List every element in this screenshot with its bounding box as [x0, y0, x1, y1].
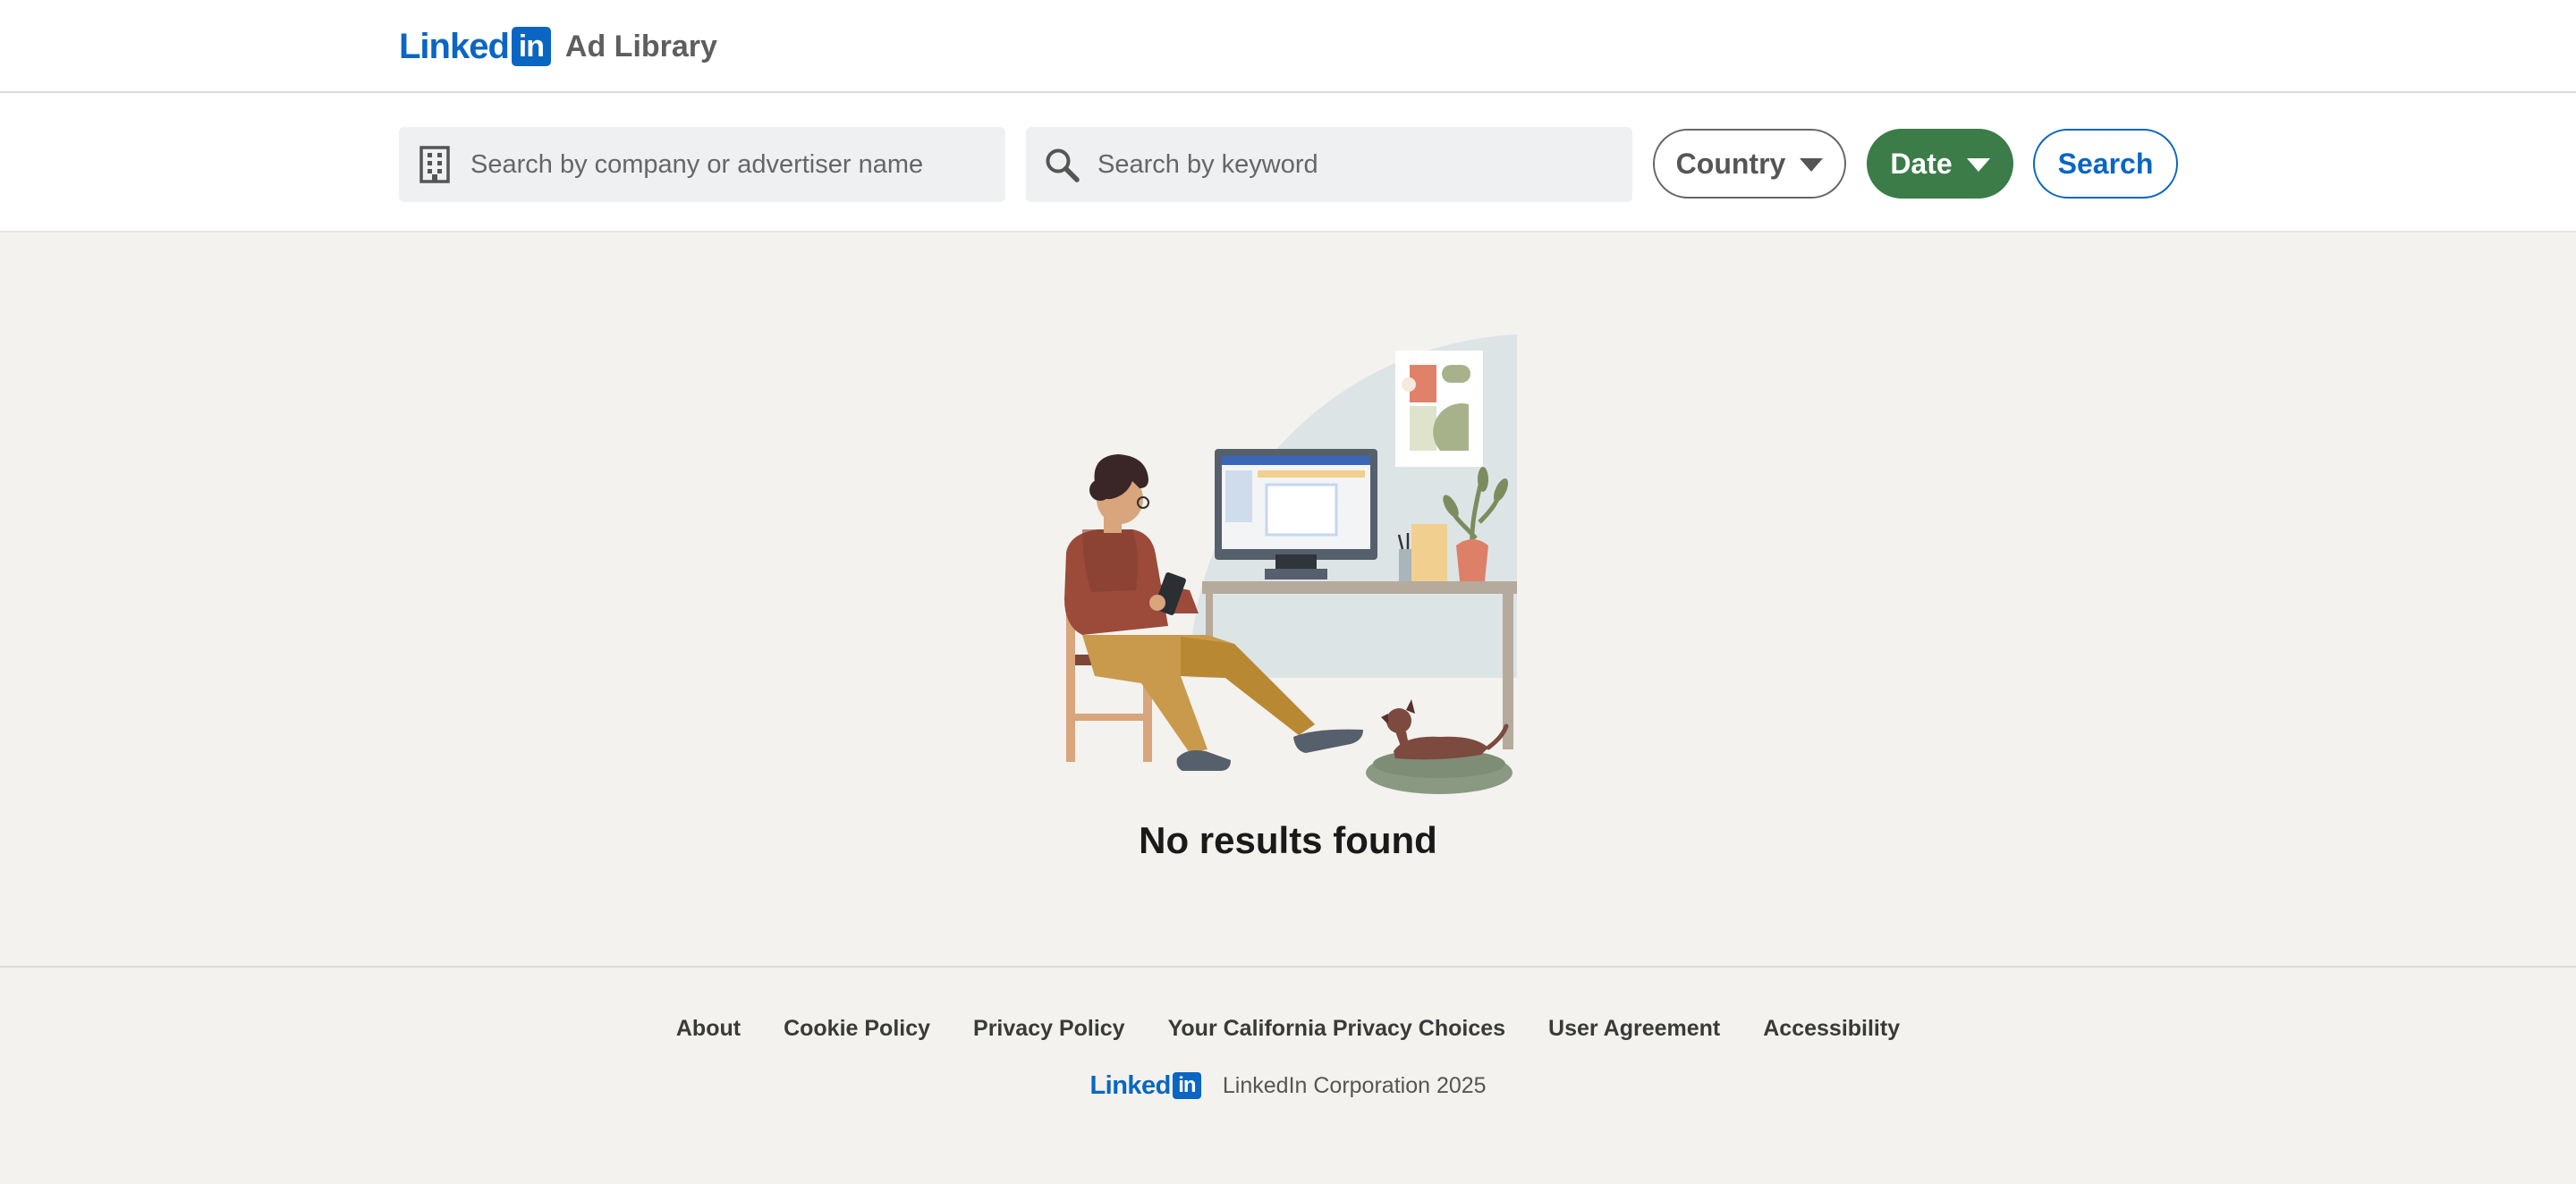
footer-logo-in: in [1172, 1072, 1201, 1099]
product-name: Ad Library [564, 30, 717, 63]
keyword-search-input[interactable] [1097, 127, 1632, 202]
footer-logo-word: Linked [1089, 1071, 1171, 1100]
footer-link-privacy-policy[interactable]: Privacy Policy [973, 1014, 1125, 1043]
footer-link-user-agreement[interactable]: User Agreement [1548, 1014, 1720, 1043]
keyword-search-field[interactable] [1026, 127, 1632, 202]
date-dropdown[interactable]: Date [1867, 129, 2013, 199]
footer: About Cookie Policy Privacy Policy Your … [0, 966, 2576, 1184]
search-bar: Country Date Search [0, 93, 2576, 233]
linkedin-logo-link[interactable]: Linked in Ad Library [399, 27, 717, 66]
copyright-text: LinkedIn Corporation 2025 [1222, 1073, 1487, 1098]
top-header: Linked in Ad Library [0, 0, 2576, 93]
search-icon [1026, 127, 1097, 202]
footer-link-california-privacy-choices[interactable]: Your California Privacy Choices [1168, 1014, 1505, 1043]
country-dropdown[interactable]: Country [1653, 129, 1846, 199]
footer-brand: Linked in LinkedIn Corporation 2025 [0, 1071, 2576, 1100]
footer-link-cookie-policy[interactable]: Cookie Policy [784, 1014, 930, 1043]
company-search-input[interactable] [470, 127, 1005, 202]
caret-down-icon [1800, 157, 1824, 172]
company-search-field[interactable] [399, 127, 1005, 202]
footer-link-about[interactable]: About [676, 1014, 741, 1043]
footer-links: About Cookie Policy Privacy Policy Your … [0, 1014, 2576, 1043]
footer-link-accessibility[interactable]: Accessibility [1763, 1014, 1900, 1043]
linkedin-logo-in: in [511, 27, 551, 66]
country-label: Country [1675, 147, 1786, 180]
empty-state-title: No results found [1139, 819, 1437, 861]
empty-state-illustration [1064, 334, 1517, 794]
caret-down-icon [1966, 157, 1990, 172]
building-icon [399, 127, 470, 202]
linkedin-logo-word: Linked [399, 27, 510, 66]
date-label: Date [1890, 147, 1953, 180]
search-button[interactable]: Search [2033, 129, 2178, 199]
